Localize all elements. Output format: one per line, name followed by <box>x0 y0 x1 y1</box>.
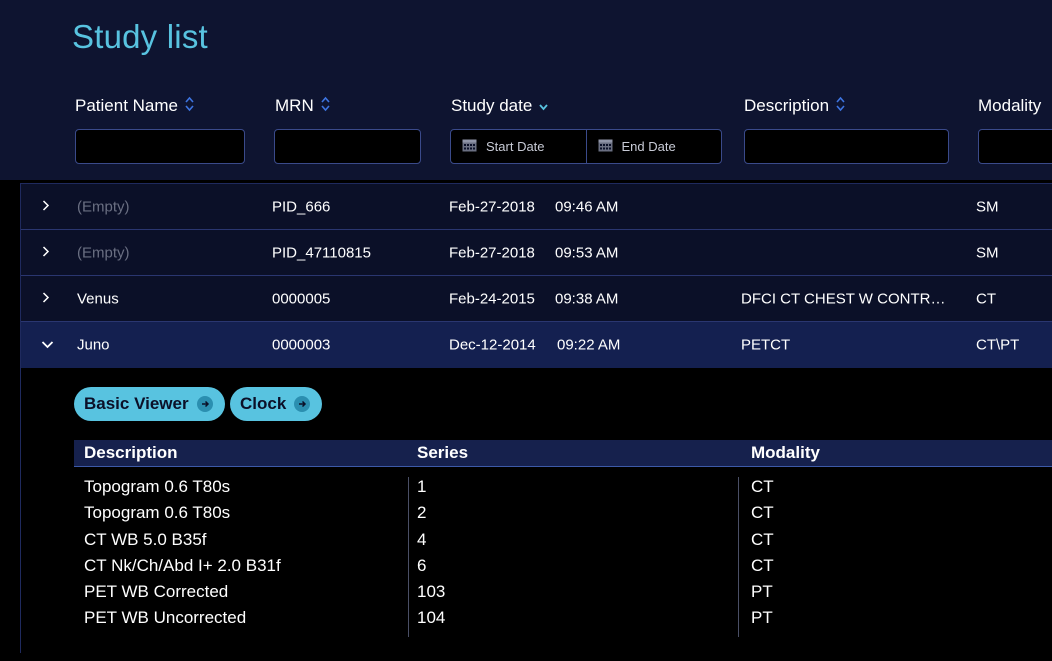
filter-label-description[interactable]: Description <box>744 96 845 117</box>
page-title: Study list <box>72 18 208 55</box>
study-row-expanded[interactable]: Juno 0000003 Dec-12-2014 09:22 AM PETCT … <box>21 322 1052 368</box>
study-row[interactable]: (Empty) PID_666 Feb-27-2018 09:46 AM SM <box>21 184 1052 230</box>
description-input[interactable] <box>744 129 949 164</box>
patient-name: Juno <box>77 336 110 354</box>
patient-name: Venus <box>77 290 119 307</box>
description: DFCI CT CHEST W CONTR… <box>741 290 946 307</box>
column-header-series: Series <box>417 443 469 462</box>
sort-desc-icon[interactable] <box>539 96 548 117</box>
filter-label-study-date[interactable]: Study date <box>451 96 548 117</box>
start-date-input[interactable]: Start Date <box>451 130 586 163</box>
end-date-input[interactable]: End Date <box>585 130 722 163</box>
study-time: 09:53 AM <box>555 244 619 261</box>
study-time: 09:38 AM <box>555 290 619 307</box>
mrn: 0000005 <box>272 290 331 307</box>
chevron-right-icon[interactable] <box>42 244 50 261</box>
patient-name: (Empty) <box>77 198 130 215</box>
clock-button[interactable]: Clock <box>230 387 323 421</box>
study-date-range: Start Date End Date <box>450 129 722 164</box>
chevron-right-icon[interactable] <box>42 198 50 215</box>
study-row[interactable]: Venus 0000005 Feb-24-2015 09:38 AM DFCI … <box>21 276 1052 322</box>
study-time: 09:46 AM <box>555 198 619 215</box>
chevron-down-icon[interactable] <box>41 337 54 354</box>
arrow-right-icon <box>294 396 311 412</box>
mrn: PID_47110815 <box>272 244 371 261</box>
series-row[interactable]: Topogram 0.6 T80s 2 CT <box>74 500 1052 526</box>
basic-viewer-button[interactable]: Basic Viewer <box>74 387 225 421</box>
description: PETCT <box>741 336 791 354</box>
patient-name: (Empty) <box>77 244 130 261</box>
chevron-right-icon[interactable] <box>42 290 50 307</box>
study-date: Dec-12-2014 <box>449 336 536 354</box>
filter-label-modality[interactable]: Modality <box>978 96 1041 116</box>
sort-icon[interactable] <box>836 96 845 117</box>
series-row[interactable]: PET WB Corrected 103 PT <box>74 579 1052 605</box>
column-header-modality: Modality <box>751 443 820 462</box>
calendar-icon <box>462 138 477 155</box>
study-list: (Empty) PID_666 Feb-27-2018 09:46 AM SM … <box>20 183 1052 653</box>
filter-label-patient-name[interactable]: Patient Name <box>75 96 194 117</box>
modality-input[interactable] <box>978 129 1052 164</box>
modality: SM <box>976 198 999 215</box>
study-date: Feb-24-2015 <box>449 290 535 307</box>
patient-name-input[interactable] <box>75 129 245 164</box>
mrn-input[interactable] <box>274 129 421 164</box>
mrn: PID_666 <box>272 198 331 215</box>
study-date: Feb-27-2018 <box>449 244 535 261</box>
mrn: 0000003 <box>272 336 331 354</box>
series-table: Description Series Modality Topogram 0.6… <box>74 440 1052 637</box>
filter-label-mrn[interactable]: MRN <box>275 96 330 117</box>
sort-icon[interactable] <box>321 96 330 117</box>
modality: SM <box>976 244 999 261</box>
study-list-header: Study list Patient Name MRN Study date D… <box>0 0 1052 180</box>
study-detail-panel: Basic Viewer Clock Description Series Mo… <box>21 368 1052 653</box>
study-date: Feb-27-2018 <box>449 198 535 215</box>
series-table-header: Description Series Modality <box>74 440 1052 467</box>
series-row[interactable]: CT Nk/Ch/Abd I+ 2.0 B31f 6 CT <box>74 553 1052 579</box>
series-row[interactable]: PET WB Uncorrected 104 PT <box>74 605 1052 631</box>
study-time: 09:22 AM <box>557 336 621 354</box>
modality: CT <box>976 290 996 307</box>
series-row[interactable]: CT WB 5.0 B35f 4 CT <box>74 527 1052 553</box>
study-row[interactable]: (Empty) PID_47110815 Feb-27-2018 09:53 A… <box>21 230 1052 276</box>
column-header-description: Description <box>84 443 178 462</box>
modality: CT\PT <box>976 336 1020 354</box>
sort-icon[interactable] <box>185 96 194 117</box>
calendar-icon <box>598 138 613 155</box>
series-row[interactable]: Topogram 0.6 T80s 1 CT <box>74 474 1052 500</box>
arrow-right-icon <box>196 396 213 412</box>
